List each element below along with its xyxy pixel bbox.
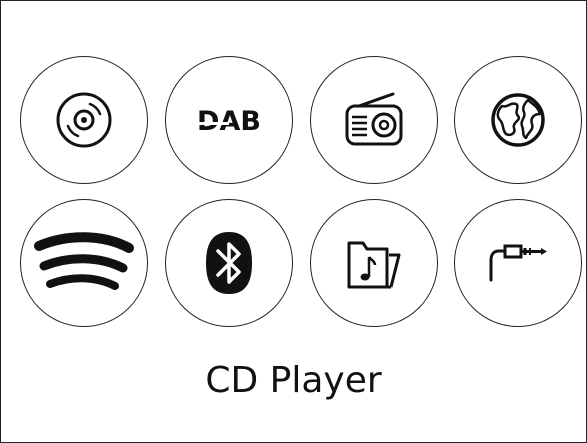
selected-source-label: CD Player bbox=[205, 360, 382, 401]
spotify-icon bbox=[34, 232, 134, 290]
radio-icon bbox=[345, 92, 403, 146]
aux-jack-icon bbox=[489, 244, 547, 282]
source-button-spotify[interactable] bbox=[20, 199, 148, 327]
source-button-aux[interactable] bbox=[454, 199, 582, 327]
dab-logo-text: DAB bbox=[197, 106, 261, 137]
globe-icon bbox=[491, 93, 545, 147]
cd-icon bbox=[56, 92, 112, 148]
source-button-dab[interactable]: DAB bbox=[165, 56, 293, 184]
source-button-cd[interactable] bbox=[20, 56, 148, 184]
music-folder-icon bbox=[347, 241, 401, 289]
source-button-radio[interactable] bbox=[310, 56, 438, 184]
source-button-bluetooth[interactable] bbox=[165, 199, 293, 327]
bluetooth-icon bbox=[206, 232, 252, 294]
source-grid: DAB bbox=[0, 0, 587, 330]
dab-icon: DAB bbox=[195, 106, 261, 137]
source-button-music-folder[interactable] bbox=[310, 199, 438, 327]
source-button-internet-radio[interactable] bbox=[454, 56, 582, 184]
